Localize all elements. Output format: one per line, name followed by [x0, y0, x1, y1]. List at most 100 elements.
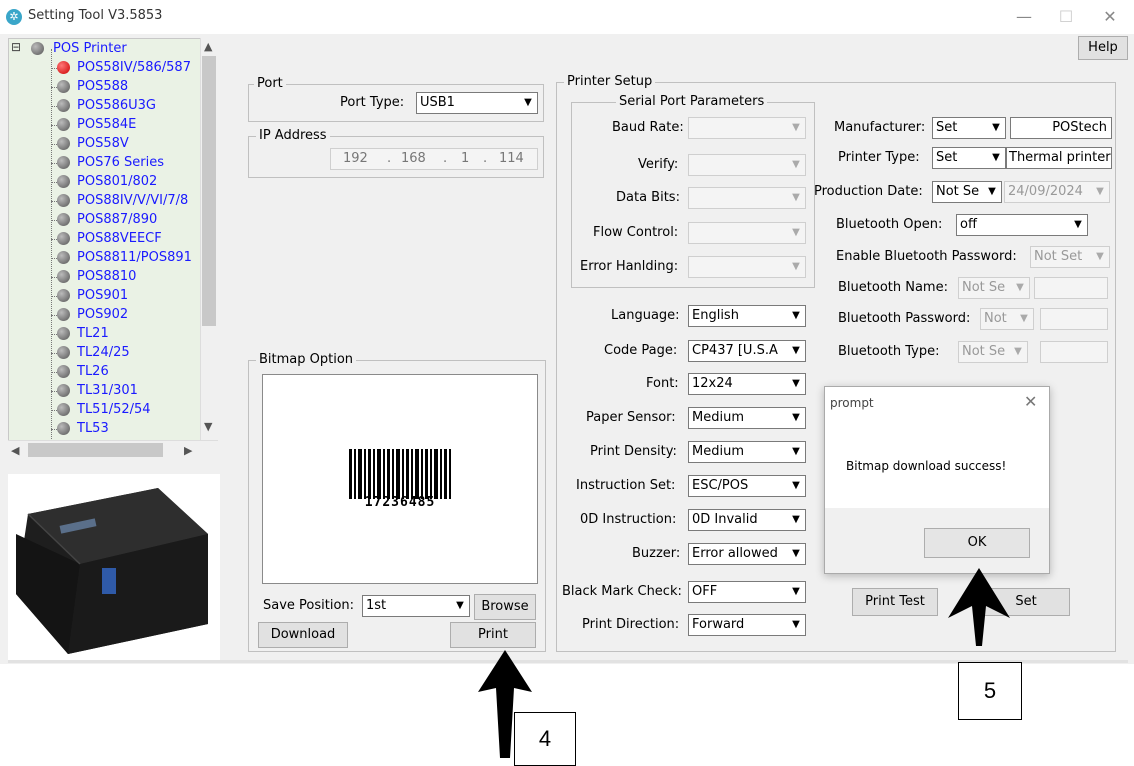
code-page-value: CP437 [U.S.A [692, 343, 778, 358]
tree-item[interactable]: POS88IV/V/VI/7/8 [77, 191, 188, 210]
print-test-button[interactable]: Print Test [852, 588, 938, 616]
tree-node-icon [31, 42, 44, 55]
chevron-down-icon: ▼ [787, 223, 805, 243]
tree-item[interactable]: POS88VEECF [77, 229, 162, 248]
printer-node-icon [57, 213, 70, 226]
tree-item[interactable]: POS586U3G [77, 96, 156, 115]
tree-item[interactable]: POS902 [77, 305, 128, 324]
app-gear-icon: ✲ [6, 9, 22, 25]
flow-control-select[interactable]: ▼ [688, 222, 806, 244]
tree-item[interactable]: TL53 [77, 419, 109, 438]
bluetooth-enable-password-select[interactable]: Not Set ▼ [1030, 246, 1110, 268]
chevron-down-icon: ▼ [787, 582, 805, 602]
dialog-close-icon[interactable]: ✕ [1024, 392, 1037, 411]
buzzer-select[interactable]: Error allowed ▼ [688, 543, 806, 565]
window-title: Setting Tool V3.5853 [28, 8, 163, 23]
manufacturer-mode-select[interactable]: Set ▼ [932, 117, 1006, 139]
printer-type-mode-select[interactable]: Set ▼ [932, 147, 1006, 169]
tree-item[interactable]: POS901 [77, 286, 128, 305]
save-position-select[interactable]: 1st ▼ [362, 595, 470, 617]
tree-item[interactable]: TL21 [77, 324, 109, 343]
scroll-up-icon[interactable]: ▲ [204, 40, 212, 53]
tree-item[interactable]: TL31/301 [77, 381, 138, 400]
bluetooth-name-mode-select[interactable]: Not Se ▼ [958, 277, 1030, 299]
printer-image [8, 474, 220, 660]
production-date-picker[interactable]: 24/09/2024 ▼ [1004, 181, 1110, 203]
dialog-title: prompt [830, 396, 874, 410]
save-position-value: 1st [366, 598, 387, 613]
scroll-right-icon[interactable]: ▶ [184, 444, 192, 457]
buzzer-label: Buzzer: [632, 546, 681, 561]
bluetooth-open-select[interactable]: off ▼ [956, 214, 1088, 236]
tree-item[interactable]: POS8811/POS891 [77, 248, 192, 267]
printer-tree[interactable]: ⊟ POS Printer POS58IV/586/587 POS588 POS… [8, 38, 218, 444]
chevron-down-icon: ▼ [787, 155, 805, 175]
ok-button[interactable]: OK [924, 528, 1030, 558]
data-bits-select[interactable]: ▼ [688, 187, 806, 209]
error-handling-select[interactable]: ▼ [688, 256, 806, 278]
tree-item[interactable]: POS801/802 [77, 172, 157, 191]
language-select[interactable]: English ▼ [688, 305, 806, 327]
chevron-down-icon: ▼ [787, 188, 805, 208]
production-date-mode-select[interactable]: Not Se ▼ [932, 181, 1002, 203]
maximize-button[interactable]: ☐ [1046, 4, 1086, 30]
baud-rate-select[interactable]: ▼ [688, 117, 806, 139]
bluetooth-password-mode-select[interactable]: Not ▼ [980, 308, 1034, 330]
tree-item[interactable]: POS588 [77, 77, 128, 96]
chevron-down-icon: ▼ [787, 476, 805, 496]
printer-type-input[interactable]: Thermal printer [1006, 147, 1112, 169]
bluetooth-type-mode-select[interactable]: Not Se ▼ [958, 341, 1028, 363]
print-direction-select[interactable]: Forward ▼ [688, 614, 806, 636]
chevron-down-icon: ▼ [1069, 215, 1087, 235]
download-button[interactable]: Download [258, 622, 348, 648]
instruction-set-select[interactable]: ESC/POS ▼ [688, 475, 806, 497]
tree-item-root[interactable]: POS Printer [53, 39, 127, 58]
bluetooth-password-input[interactable] [1040, 308, 1108, 330]
verify-label: Verify: [638, 157, 679, 172]
buzzer-value: Error allowed [692, 546, 778, 561]
tree-item[interactable]: POS58IV/586/587 [77, 58, 191, 77]
printer-type-mode-value: Set [936, 150, 958, 165]
verify-select[interactable]: ▼ [688, 154, 806, 176]
manufacturer-input[interactable]: POStech [1010, 117, 1112, 139]
printer-node-icon [57, 289, 70, 302]
tree-item[interactable]: POS58V [77, 134, 129, 153]
ip-address-title: IP Address [256, 128, 330, 143]
paper-sensor-select[interactable]: Medium ▼ [688, 407, 806, 429]
ip-address-field[interactable]: 192 . 168 . 1 . 114 [330, 148, 538, 170]
browse-button[interactable]: Browse [474, 594, 536, 620]
tree-item[interactable]: TL26 [77, 362, 109, 381]
printer-node-icon [57, 270, 70, 283]
print-direction-label: Print Direction: [582, 617, 680, 632]
tree-item[interactable]: TL24/25 [77, 343, 130, 362]
port-type-select[interactable]: USB1 ▼ [416, 92, 538, 114]
tree-item[interactable]: POS76 Series [77, 153, 164, 172]
bluetooth-type-input[interactable] [1040, 341, 1108, 363]
printer-node-icon [57, 118, 70, 131]
bluetooth-name-input[interactable] [1034, 277, 1108, 299]
minimize-button[interactable]: — [1004, 4, 1044, 30]
manufacturer-label: Manufacturer: [834, 120, 926, 135]
scroll-down-icon[interactable]: ▼ [204, 420, 212, 433]
print-density-select[interactable]: Medium ▼ [688, 441, 806, 463]
font-value: 12x24 [692, 376, 733, 391]
chevron-down-icon: ▼ [451, 596, 469, 616]
print-button[interactable]: Print [450, 622, 536, 648]
chevron-down-icon: ▼ [519, 93, 537, 113]
tree-item[interactable]: POS8810 [77, 267, 136, 286]
close-window-button[interactable]: ✕ [1090, 4, 1130, 30]
tree-item[interactable]: TL51/52/54 [77, 400, 151, 419]
tree-horizontal-scroll-thumb[interactable] [28, 443, 163, 457]
scroll-left-icon[interactable]: ◀ [11, 444, 19, 457]
tree-item[interactable]: POS584E [77, 115, 136, 134]
tree-item[interactable]: POS887/890 [77, 210, 157, 229]
tree-collapse-icon[interactable]: ⊟ [11, 40, 21, 54]
help-button[interactable]: Help [1078, 36, 1128, 60]
chevron-down-icon: ▼ [787, 408, 805, 428]
black-mark-select[interactable]: OFF ▼ [688, 581, 806, 603]
font-select[interactable]: 12x24 ▼ [688, 373, 806, 395]
code-page-select[interactable]: CP437 [U.S.A ▼ [688, 340, 806, 362]
od-instruction-select[interactable]: 0D Invalid ▼ [688, 509, 806, 531]
tree-vertical-scroll-thumb[interactable] [202, 56, 216, 326]
bluetooth-type-label: Bluetooth Type: [838, 344, 940, 359]
